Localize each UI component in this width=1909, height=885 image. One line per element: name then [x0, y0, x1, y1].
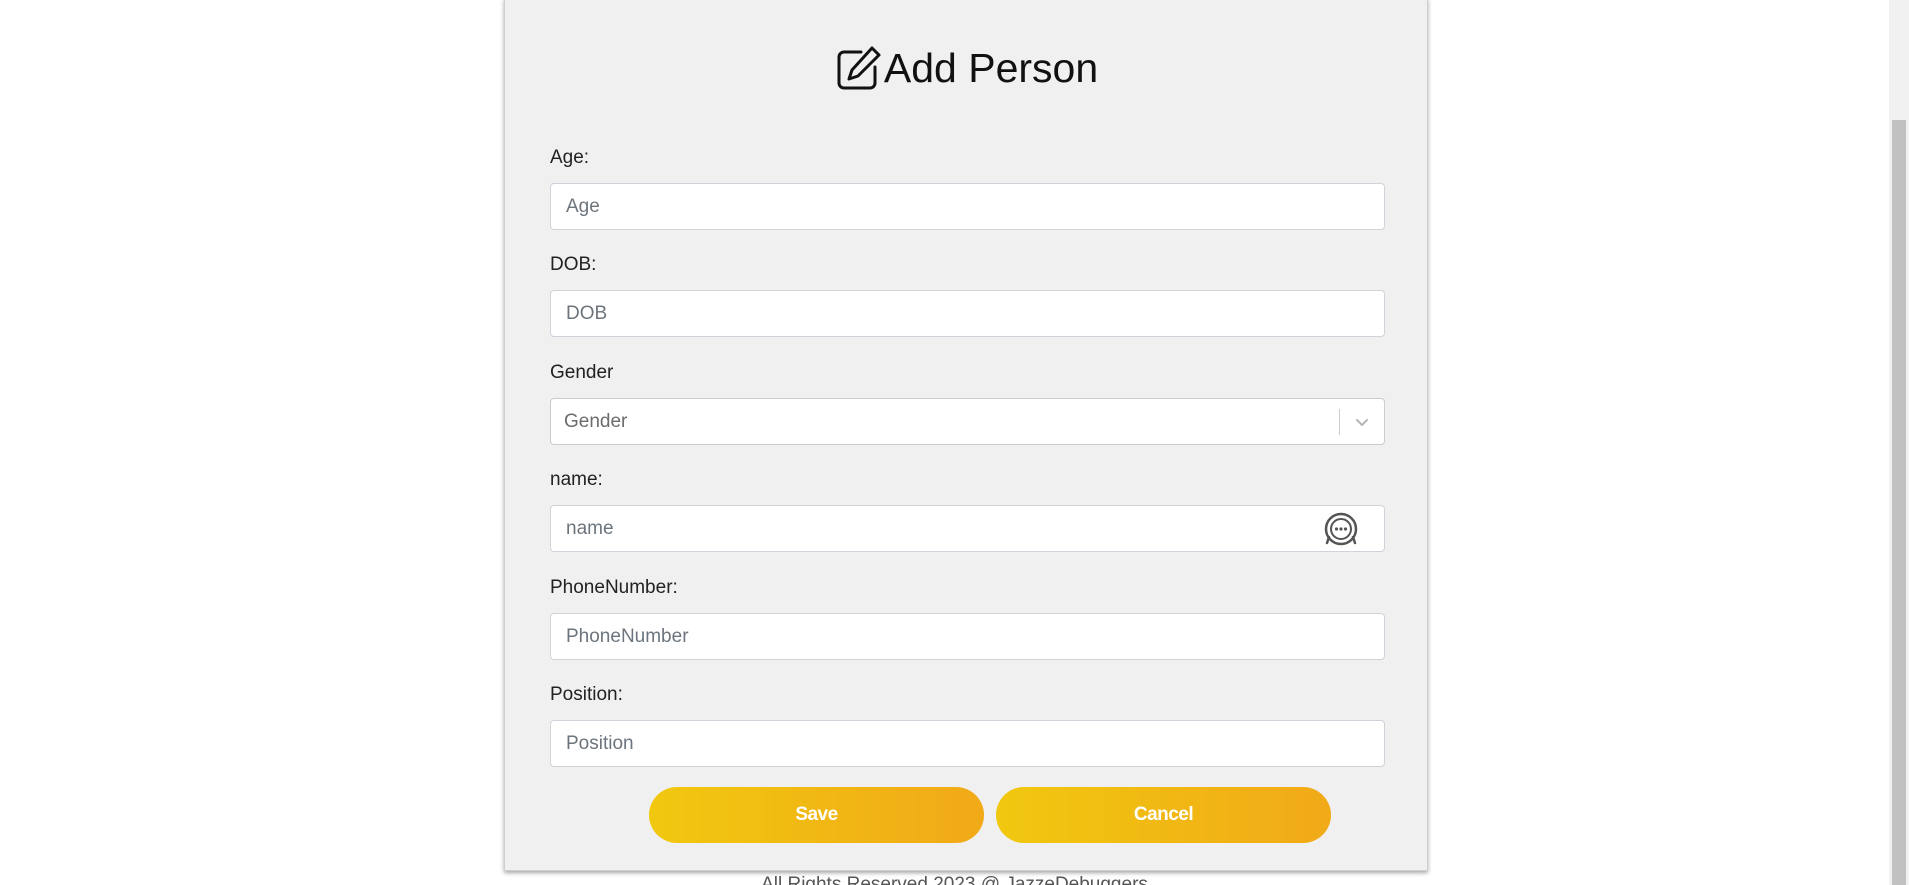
- cancel-button[interactable]: Cancel: [996, 787, 1331, 843]
- phone-input[interactable]: [550, 613, 1385, 660]
- scrollbar-thumb[interactable]: [1892, 120, 1906, 885]
- save-button[interactable]: Save: [649, 787, 984, 843]
- page-title: Add Person: [883, 45, 1099, 91]
- name-input[interactable]: [550, 505, 1385, 552]
- footer-copyright: All Rights Reserved 2023 @ JazzeDebugger…: [761, 874, 1148, 885]
- add-person-card: Add Person Age: DOB: Gender Gender name:: [504, 0, 1428, 871]
- vertical-scrollbar[interactable]: [1889, 0, 1909, 885]
- position-input[interactable]: [550, 720, 1385, 767]
- chevron-down-icon[interactable]: [1340, 399, 1384, 444]
- age-label: Age:: [550, 147, 590, 168]
- gender-select[interactable]: Gender: [550, 398, 1385, 445]
- gender-select-placeholder: Gender: [564, 410, 628, 432]
- phone-label: PhoneNumber:: [550, 577, 678, 598]
- chat-bubble-icon[interactable]: [1323, 511, 1359, 547]
- name-label: name:: [550, 469, 603, 490]
- page: Add Person Age: DOB: Gender Gender name:: [0, 0, 1909, 885]
- form-header: Add Person: [505, 43, 1427, 93]
- gender-label: Gender: [550, 362, 614, 383]
- dob-input[interactable]: [550, 290, 1385, 337]
- age-input[interactable]: [550, 183, 1385, 230]
- position-label: Position:: [550, 684, 623, 705]
- dob-label: DOB:: [550, 254, 597, 275]
- edit-icon: [834, 43, 884, 93]
